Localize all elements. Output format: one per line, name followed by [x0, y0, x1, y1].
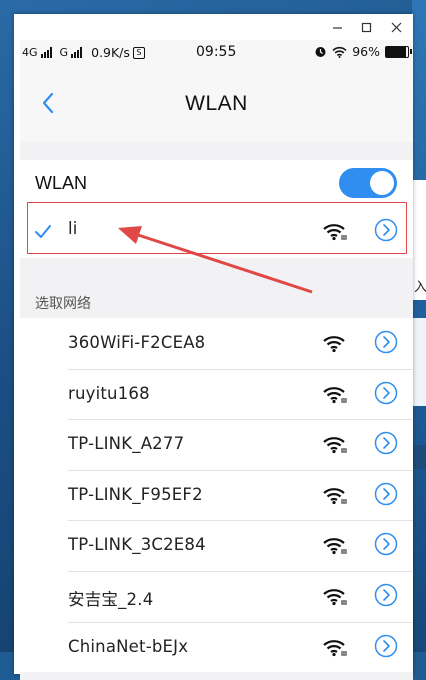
network-name: TP-LINK_3C2E84: [68, 535, 206, 555]
network-list-item[interactable]: 安吉宝_2.4: [20, 570, 413, 622]
network-list-item[interactable]: TP-LINK_F95EF2: [20, 469, 413, 521]
network-name: TP-LINK_F95EF2: [68, 484, 203, 504]
background-window-strip: [412, 318, 426, 406]
network-list-item[interactable]: TP-LINK_3C2E84: [20, 520, 413, 571]
background-window-text: 入: [414, 279, 426, 294]
page-title: WLAN: [185, 92, 248, 115]
wifi-signal-lock-icon: [322, 536, 348, 561]
network-speed: 0.9K/s: [91, 45, 130, 60]
window-titlebar[interactable]: [14, 14, 413, 40]
section-title: 选取网络: [35, 296, 91, 312]
wifi-signal-lock-icon: [322, 435, 348, 460]
phone-screen: 4G G 0.9K/s S 09:55 96% WLAN WLAN li 选取网…: [20, 40, 413, 680]
wifi-signal-lock-icon: [322, 334, 348, 359]
network-name: 360WiFi-F2CEA8: [68, 333, 206, 352]
signal-icon: [71, 47, 85, 58]
network-list: 360WiFi-F2CEA8 ruyitu168 TP-LINK_A277 TP…: [20, 318, 413, 673]
wlan-label: WLAN: [35, 173, 88, 193]
network-name: TP-LINK_A277: [68, 434, 185, 454]
wifi-signal-lock-icon: [322, 587, 348, 612]
app-header: WLAN: [20, 66, 413, 142]
wifi-signal-lock-icon: [322, 638, 348, 663]
network-name: ChinaNet-bEJx: [68, 636, 189, 656]
wifi-icon: [332, 46, 347, 58]
network-list-item[interactable]: ruyitu168: [20, 368, 413, 420]
toggle-knob: [370, 171, 394, 195]
network-details-icon[interactable]: [374, 532, 398, 556]
notification-icon: S: [132, 46, 145, 59]
highlight-box: [27, 202, 407, 254]
signal-icon: [40, 47, 55, 58]
maximize-icon[interactable]: [351, 14, 381, 40]
minimize-icon[interactable]: [322, 14, 352, 40]
close-icon[interactable]: [381, 14, 411, 40]
status-time: 09:55: [196, 44, 237, 60]
network-name: ruyitu168: [68, 383, 150, 403]
wlan-toggle-row: WLAN: [20, 160, 413, 206]
emulator-window: 4G G 0.9K/s S 09:55 96% WLAN WLAN li 选取网…: [14, 14, 413, 680]
alarm-icon: [315, 47, 326, 57]
network-details-icon[interactable]: [374, 431, 398, 455]
signal-2-label: G: [59, 46, 69, 59]
background-window-strip: [412, 445, 426, 469]
wifi-signal-lock-icon: [322, 486, 348, 511]
network-details-icon[interactable]: [374, 583, 398, 607]
network-list-item[interactable]: TP-LINK_A277: [20, 419, 413, 470]
battery-percent: 96%: [352, 44, 380, 59]
network-details-icon[interactable]: [374, 482, 398, 506]
network-details-icon[interactable]: [374, 330, 398, 354]
wifi-signal-lock-icon: [322, 385, 348, 410]
background-window: 入: [412, 180, 426, 300]
wlan-toggle[interactable]: [339, 168, 397, 198]
network-list-item[interactable]: 360WiFi-F2CEA8: [20, 318, 413, 369]
network-details-icon[interactable]: [374, 381, 398, 405]
network-list-item[interactable]: ChinaNet-bEJx: [20, 621, 413, 673]
signal-1-label: 4G: [22, 46, 38, 59]
status-bar: 4G G 0.9K/s S 09:55 96%: [20, 40, 413, 66]
network-name: 安吉宝_2.4: [68, 589, 154, 609]
battery-icon: [385, 46, 412, 58]
network-details-icon[interactable]: [374, 634, 398, 658]
